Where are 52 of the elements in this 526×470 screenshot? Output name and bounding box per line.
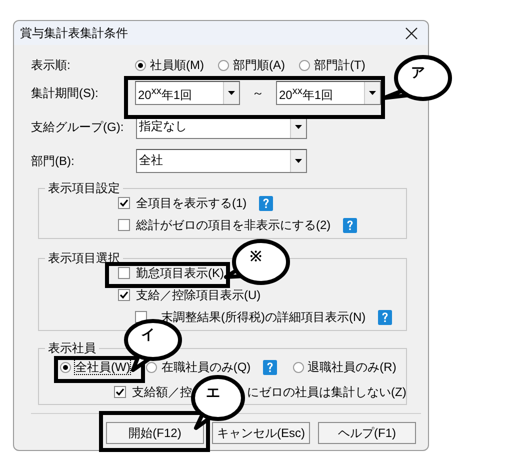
checkbox[interactable] <box>118 289 130 301</box>
close-icon[interactable] <box>405 26 418 40</box>
help-icon[interactable] <box>262 360 277 374</box>
dropdown[interactable]: 20$^{xx}$年1回 <box>135 81 240 105</box>
dialog-button[interactable]: ヘルプ(F1) <box>318 422 416 444</box>
caret-down-icon <box>228 91 235 95</box>
radio-button[interactable] <box>135 60 146 70</box>
checkbox-label[interactable]: 勤怠項目表示(K) <box>136 266 224 280</box>
radio-button[interactable] <box>218 60 229 70</box>
callout-label: エ <box>206 384 220 400</box>
help-icon[interactable] <box>342 218 357 232</box>
checkbox-label[interactable]: 全項目を表示する(1) <box>136 196 247 210</box>
checkbox[interactable] <box>118 219 130 231</box>
window-title: 賞与集計表集計条件 <box>20 26 128 40</box>
speech-bubble <box>382 55 452 101</box>
radio-label[interactable]: 退職社員のみ(R) <box>308 360 396 374</box>
radio-label[interactable]: 在職社員のみ(Q) <box>161 360 251 374</box>
radio-label[interactable]: 部門計(T) <box>314 58 366 72</box>
radio-button[interactable] <box>299 60 310 70</box>
checkbox-label[interactable]: にゼロの社員は集計しない(Z) <box>247 385 406 399</box>
field-label: 表示順: <box>31 58 72 72</box>
dropdown[interactable]: 全社 <box>136 149 307 173</box>
radio-button[interactable] <box>292 362 304 372</box>
group-title: 表示社員 <box>45 341 99 355</box>
caret-down-icon <box>295 125 302 129</box>
radio-label[interactable]: 社員順(M) <box>150 58 204 72</box>
group-title: 表示項目設定 <box>45 181 123 195</box>
range-separator: ～ <box>251 86 265 100</box>
field-label: 集計期間(S): <box>31 86 100 100</box>
radio-label[interactable]: 部門順(A) <box>233 58 285 72</box>
dialog-button[interactable]: キャンセル(Esc) <box>212 422 310 444</box>
checkbox[interactable] <box>118 197 130 209</box>
field-label: 部門(B): <box>31 154 76 168</box>
checkbox-label[interactable]: 支給／控除項目表示(U) <box>136 288 261 302</box>
speech-bubble <box>224 239 290 285</box>
speech-bubble <box>191 375 245 430</box>
field-label: 支給グループ(G): <box>31 120 125 134</box>
radio-button[interactable] <box>60 362 71 372</box>
checkbox-label[interactable]: 総計がゼロの項目を非表示にする(2) <box>136 218 331 232</box>
checkbox[interactable] <box>118 267 130 279</box>
callout-label: ア <box>411 64 425 80</box>
checkbox[interactable] <box>114 386 126 398</box>
radio-button[interactable] <box>146 362 158 372</box>
checkbox-label[interactable]: 支給額／控 <box>132 385 192 399</box>
radio-label[interactable]: 全社員(W) <box>75 360 130 374</box>
callout-label: ※ <box>250 248 262 264</box>
dialog-button[interactable]: 開始(F12) <box>106 422 204 444</box>
callout-label: イ <box>141 326 155 342</box>
caret-down-icon <box>295 159 302 163</box>
help-icon[interactable] <box>378 310 392 324</box>
caret-down-icon <box>369 91 376 95</box>
help-icon[interactable] <box>258 196 273 210</box>
